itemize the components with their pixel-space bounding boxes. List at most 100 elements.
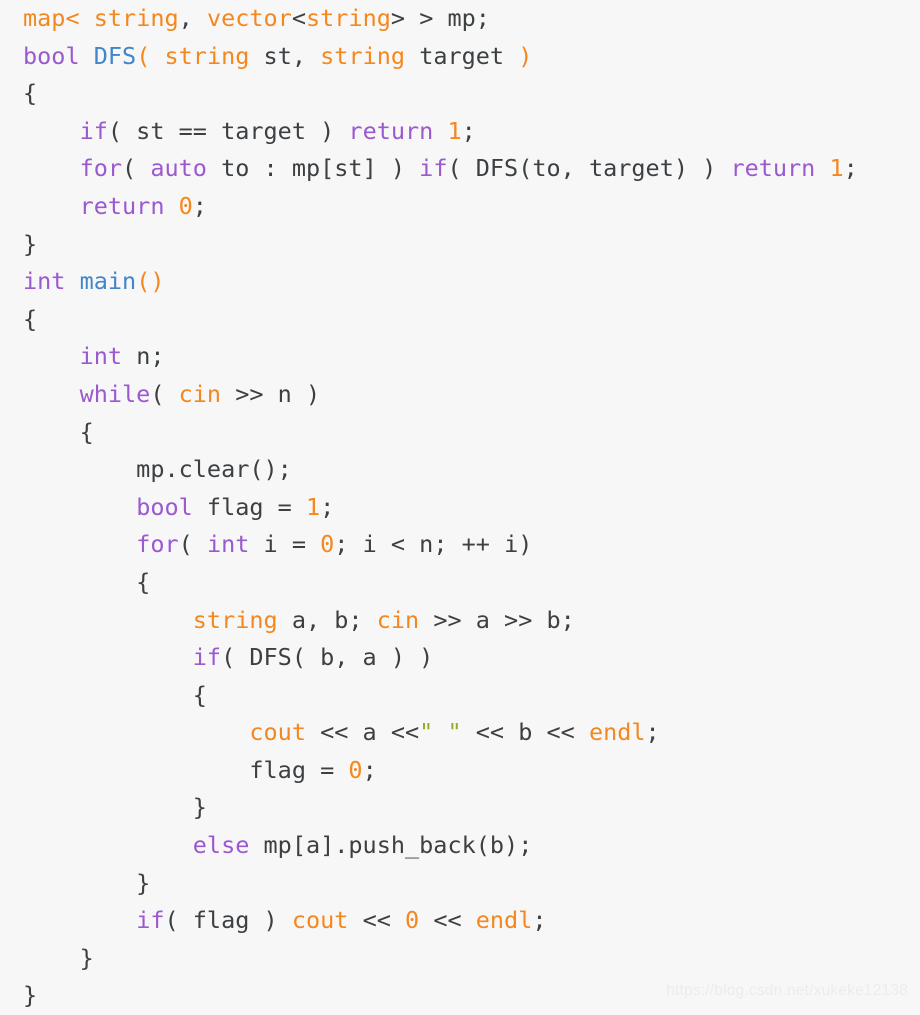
code-line[interactable]: else mp[a].push_back(b); — [0, 827, 920, 865]
code-token-plain: n; — [122, 342, 165, 371]
code-token-plain: { — [23, 304, 38, 333]
code-line[interactable]: cout << a <<" " << b << endl; — [0, 714, 920, 752]
code-line[interactable]: { — [0, 677, 920, 715]
code-token-bracket: < — [65, 4, 80, 32]
code-line[interactable]: for( auto to : mp[st] ) if( DFS(to, targ… — [0, 150, 920, 188]
code-line[interactable]: { — [0, 301, 920, 339]
code-token-keyword: return — [79, 191, 165, 220]
code-token-number: 1 — [305, 492, 321, 521]
code-token-keyword: if — [79, 116, 108, 145]
code-token-bracket: ) — [518, 41, 533, 70]
code-token-plain: flag = — [192, 492, 306, 521]
code-token-plain: { — [23, 680, 207, 709]
code-token-plain: i = — [249, 530, 321, 559]
code-line[interactable]: for( int i = 0; i < n; ++ i) — [0, 526, 920, 564]
code-token-plain: ; — [532, 906, 547, 935]
code-token-plain: ( flag ) — [164, 906, 292, 935]
code-token-keyword: for — [136, 530, 179, 559]
code-token-keyword: auto — [150, 154, 207, 183]
code-editor-pane[interactable]: map< string, vector<string> > mp; bool DF… — [0, 0, 920, 1009]
code-token-type: string — [192, 605, 278, 634]
code-line[interactable]: } — [0, 865, 920, 903]
code-line[interactable]: if( flag ) cout << 0 << endl; — [0, 902, 920, 940]
code-token-type: string — [93, 4, 179, 32]
code-line[interactable]: flag = 0; — [0, 752, 920, 790]
code-token-plain: >> a >> b; — [419, 605, 575, 634]
code-token-plain: ; — [843, 154, 858, 183]
code-token-plain: a, b; — [277, 605, 377, 634]
code-token-plain: > mp; — [405, 4, 490, 32]
code-token-number: 1 — [447, 116, 462, 145]
code-token-plain: << — [419, 906, 476, 935]
code-token-keyword: int — [79, 342, 123, 371]
code-token-plain: to : mp[st] ) — [206, 154, 420, 183]
code-token-plain: ; — [461, 116, 476, 145]
code-line[interactable]: } — [0, 789, 920, 827]
code-token-builtin: cout — [291, 906, 349, 935]
code-line[interactable]: bool flag = 1; — [0, 489, 920, 527]
code-token-keyword: if — [136, 906, 165, 935]
code-token-plain: > — [390, 4, 406, 32]
code-token-type: vector — [206, 4, 292, 32]
code-token-keyword: int — [206, 530, 250, 559]
code-line[interactable]: return 0; — [0, 188, 920, 226]
code-token-keyword: return — [348, 116, 434, 145]
code-line[interactable]: { — [0, 564, 920, 602]
code-token-number: 0 — [320, 530, 335, 559]
code-lines-container[interactable]: map< string, vector<string> > mp; bool DF… — [0, 0, 920, 1015]
code-line[interactable]: string a, b; cin >> a >> b; — [0, 602, 920, 640]
code-token-plain: << a << — [305, 718, 420, 747]
code-line[interactable]: if( st == target ) return 1; — [0, 113, 920, 151]
code-line[interactable]: bool DFS( string st, string target ) — [0, 38, 920, 76]
code-line[interactable]: { — [0, 75, 920, 113]
code-token-builtin: cin — [178, 379, 222, 408]
code-token-number: 0 — [348, 755, 363, 784]
code-token-plain: } — [23, 943, 94, 972]
code-token-keyword: bool — [136, 492, 193, 521]
code-line[interactable]: map< string, vector<string> > mp; — [0, 0, 920, 38]
code-line[interactable]: } — [0, 226, 920, 264]
code-token-string: " " — [419, 718, 462, 747]
code-line[interactable]: if( DFS( b, a ) ) — [0, 639, 920, 677]
code-token-plain: ; i < n; ++ i) — [334, 530, 533, 559]
code-line[interactable]: int main() — [0, 263, 920, 301]
code-token-type: string — [306, 4, 391, 32]
code-token-number: 0 — [405, 906, 420, 935]
code-line[interactable]: } — [0, 977, 920, 1015]
code-token-type: string — [320, 41, 406, 70]
code-token-plain: { — [23, 567, 151, 596]
code-token-keyword: if — [419, 154, 448, 183]
code-line[interactable]: while( cin >> n ) — [0, 376, 920, 414]
code-line[interactable]: } — [0, 940, 920, 978]
code-token-number: 1 — [829, 154, 844, 183]
code-token-plain: } — [23, 793, 207, 822]
code-token-keyword: else — [192, 831, 250, 860]
code-token-plain: ; — [320, 492, 335, 521]
code-token-keyword: bool — [23, 41, 80, 70]
code-token-plain: { — [23, 417, 94, 446]
code-token-plain: } — [23, 868, 151, 897]
code-token-keyword: int — [23, 267, 66, 296]
code-line[interactable]: { — [0, 414, 920, 452]
code-token-plain: target — [405, 41, 519, 70]
code-token-plain: ; — [645, 718, 660, 747]
code-line[interactable]: mp.clear(); — [0, 451, 920, 489]
code-token-plain: ; — [192, 191, 207, 220]
code-token-builtin: endl — [475, 906, 533, 935]
code-token-builtin: cin — [376, 605, 420, 634]
code-token-type: map — [23, 4, 66, 32]
code-line[interactable]: int n; — [0, 338, 920, 376]
code-token-plain: ( DFS( b, a ) ) — [221, 643, 434, 672]
